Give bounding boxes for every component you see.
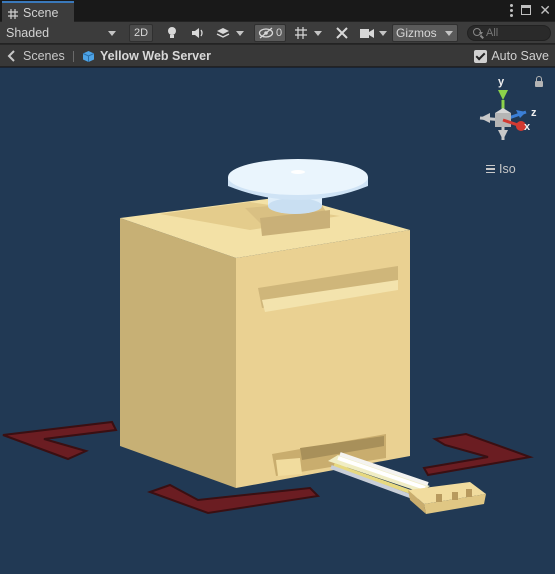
camera-settings-dropdown[interactable] [357,24,389,42]
lock-icon[interactable] [535,76,543,87]
speaker-icon [192,28,203,38]
shading-mode-label: Shaded [6,26,50,40]
effects-dropdown-button[interactable] [212,24,248,42]
gizmo-y-label: y [498,76,505,88]
chevron-down-icon [108,31,116,36]
tools-button[interactable] [331,24,353,42]
gizmos-label: Gizmos [396,26,437,40]
auto-save-toggle[interactable]: Auto Save [474,49,549,63]
close-icon[interactable]: ✕ [539,3,551,17]
scene-grid-icon [8,8,18,19]
hidden-eye-icon [258,27,274,39]
projection-label: Iso [499,162,516,176]
auto-save-label: Auto Save [491,49,549,63]
projection-toggle[interactable]: Iso [486,162,516,176]
hierarchy-search-input[interactable]: All [467,25,551,41]
search-filter-caret-icon [479,32,483,35]
window-controls: ✕ [509,3,551,17]
scene-visibility-toggle[interactable]: 0 [254,24,286,42]
grid-snapping-dropdown[interactable] [290,24,326,42]
lightbulb-icon [168,27,176,38]
prefab-cube-icon [82,50,95,62]
scene-viewport[interactable]: y z x Iso [0,67,555,574]
search-placeholder: All [486,27,499,39]
lighting-toggle-button[interactable] [161,24,183,42]
auto-save-checkbox[interactable] [474,49,488,63]
toggle-2d-label: 2D [133,27,149,39]
hidden-count: 0 [275,27,283,39]
window-tab-bar: Scene ✕ [0,0,555,23]
breadcrumb-current-prefab[interactable]: Yellow Web Server [82,48,211,64]
maximize-icon[interactable] [521,5,532,15]
breadcrumb-current-label: Yellow Web Server [100,49,211,63]
toggle-2d-button[interactable]: 2D [129,24,153,42]
camera-icon [360,28,374,38]
chevron-down-icon [445,31,453,36]
chevron-down-icon [379,30,387,36]
scene-render [2,90,534,515]
breadcrumb: Scenes Yellow Web Server Auto Save [0,45,555,67]
tab-scene-label: Scene [23,6,59,20]
grid-snap-icon [295,27,307,39]
layers-effects-icon [216,28,230,38]
scene-toolbar: Shaded 2D 0 Gizmos All [0,22,555,44]
chevron-down-icon [314,30,322,36]
more-options-icon[interactable] [509,3,513,17]
tools-icon [336,27,348,39]
breadcrumb-scenes-label: Scenes [23,49,65,63]
breadcrumb-scenes[interactable]: Scenes [6,48,65,64]
back-arrow-icon [7,50,15,62]
gizmo-x-label: x [524,121,531,133]
breadcrumb-separator [73,51,74,62]
tab-scene[interactable]: Scene [2,1,74,23]
shading-mode-dropdown[interactable]: Shaded [2,24,120,42]
menu-lines-icon [486,164,495,174]
gizmos-dropdown[interactable]: Gizmos [392,24,458,42]
audio-toggle-button[interactable] [187,24,209,42]
gizmo-z-label: z [531,107,537,119]
chevron-down-icon [236,30,244,36]
orientation-gizmo[interactable] [479,90,527,140]
server-box-model [120,196,410,488]
